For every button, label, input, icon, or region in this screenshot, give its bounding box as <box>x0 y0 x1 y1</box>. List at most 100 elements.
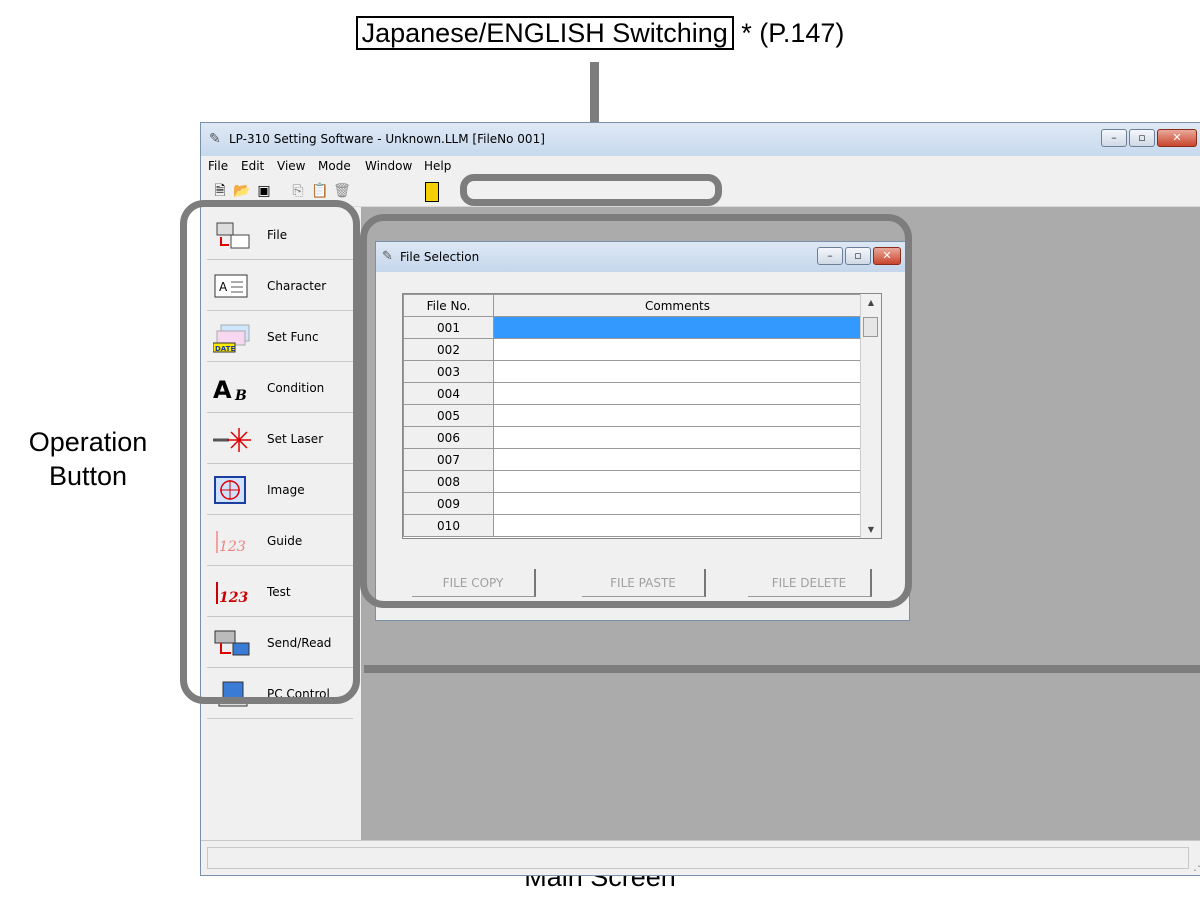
file-no-cell[interactable]: 007 <box>403 448 494 471</box>
callout-operation-button: Operation Button <box>8 425 168 493</box>
scroll-thumb[interactable] <box>863 317 878 337</box>
file-paste-button[interactable]: FILE PASTE <box>582 569 706 597</box>
comment-cell[interactable] <box>493 426 862 449</box>
callout-leader-line-horizontal <box>364 665 1200 673</box>
op-button-set-func[interactable]: DATE Set Func <box>207 313 353 362</box>
comment-cell[interactable] <box>493 382 862 405</box>
file-no-cell[interactable]: 002 <box>403 338 494 361</box>
table-row[interactable]: 002 <box>403 338 862 361</box>
comment-cell[interactable] <box>493 404 862 427</box>
table-row[interactable]: 004 <box>403 382 862 405</box>
op-label: File <box>267 228 288 242</box>
status-pane <box>207 847 1189 869</box>
maximize-button[interactable]: ▫ <box>1129 129 1155 147</box>
child-close-button[interactable]: ✕ <box>873 247 901 265</box>
send-read-icon <box>214 630 250 656</box>
op-button-test[interactable]: 123 Test <box>207 568 353 617</box>
menu-edit[interactable]: Edit <box>241 159 264 173</box>
menu-mode[interactable]: Mode <box>318 159 351 173</box>
delete-icon[interactable]: 🗑 <box>333 182 351 200</box>
laser-marker-icon: ✎ <box>382 249 393 264</box>
table-row[interactable]: 010 <box>403 514 862 537</box>
title-bar[interactable]: ✎ LP-310 Setting Software - Unknown.LLM … <box>201 123 1200 156</box>
toolbar: 🗎 📂 ▣ ⎘ 📋 🗑 <box>201 176 1200 207</box>
scroll-down-icon[interactable]: ▼ <box>861 525 881 534</box>
file-no-cell[interactable]: 004 <box>403 382 494 405</box>
new-icon[interactable]: 🗎 <box>211 182 229 200</box>
op-button-send-read[interactable]: Send/Read <box>207 619 353 668</box>
comment-cell[interactable] <box>493 492 862 515</box>
file-copy-button[interactable]: FILE COPY <box>412 569 536 597</box>
paste-icon[interactable]: 📋 <box>311 182 329 200</box>
op-button-set-laser[interactable]: Set Laser <box>207 415 353 464</box>
pc-icon <box>218 681 248 707</box>
op-label: Condition <box>267 381 325 395</box>
file-no-cell[interactable]: 006 <box>403 426 494 449</box>
file-no-cell[interactable]: 008 <box>403 470 494 493</box>
column-header-file-no[interactable]: File No. <box>403 294 494 317</box>
file-selection-titlebar[interactable]: ✎ File Selection – ▫ ✕ <box>376 242 909 272</box>
file-delete-button[interactable]: FILE DELETE <box>748 569 872 597</box>
table-row[interactable]: 003 <box>403 360 862 383</box>
svg-text:DATE: DATE <box>215 345 235 353</box>
file-no-cell[interactable]: 009 <box>403 492 494 515</box>
copy-icon[interactable]: ⎘ <box>289 182 307 200</box>
file-no-cell[interactable]: 003 <box>403 360 494 383</box>
close-icon: ✕ <box>1172 131 1182 144</box>
callout-left-line1: Operation <box>28 427 148 457</box>
menu-window[interactable]: Window <box>365 159 412 173</box>
op-button-character[interactable]: A Character <box>207 262 353 311</box>
op-button-image[interactable]: Image <box>207 466 353 515</box>
svg-text:B: B <box>234 388 247 404</box>
save-icon[interactable]: ▣ <box>255 182 273 200</box>
table-row[interactable]: 009 <box>403 492 862 515</box>
file-no-cell[interactable]: 010 <box>403 514 494 537</box>
character-icon: A <box>214 274 248 298</box>
comment-cell[interactable] <box>493 514 862 537</box>
image-icon <box>214 476 246 504</box>
table-row[interactable]: 007 <box>403 448 862 471</box>
table-row[interactable]: 006 <box>403 426 862 449</box>
op-button-pc-control[interactable]: PC Control <box>207 670 353 719</box>
file-no-cell[interactable]: 001 <box>403 316 494 339</box>
scroll-up-icon[interactable]: ▲ <box>861 298 881 307</box>
op-button-file[interactable]: File <box>207 211 353 260</box>
menu-file[interactable]: File <box>208 159 228 173</box>
file-no-cell[interactable]: 005 <box>403 404 494 427</box>
op-label: Set Func <box>267 330 319 344</box>
vertical-scrollbar[interactable]: ▲ ▼ <box>860 294 881 538</box>
window-title: LP-310 Setting Software - Unknown.LLM [F… <box>229 132 545 146</box>
comment-cell[interactable] <box>493 360 862 383</box>
op-button-guide[interactable]: 123 Guide <box>207 517 353 566</box>
open-icon[interactable]: 📂 <box>233 182 251 200</box>
close-button[interactable]: ✕ <box>1157 129 1197 147</box>
child-maximize-button[interactable]: ▫ <box>845 247 871 265</box>
column-header-comments[interactable]: Comments <box>493 294 862 317</box>
main-window: ✎ LP-310 Setting Software - Unknown.LLM … <box>200 122 1200 876</box>
table-row[interactable]: 005 <box>403 404 862 427</box>
menu-help[interactable]: Help <box>424 159 451 173</box>
callout-boxed-text: Japanese/ENGLISH Switching <box>355 16 734 50</box>
table-row[interactable]: 001 <box>403 316 862 339</box>
child-minimize-button[interactable]: – <box>817 247 843 265</box>
file-selection-window: ✎ File Selection – ▫ ✕ File No. Comments… <box>375 241 910 621</box>
op-label: Character <box>267 279 327 293</box>
date-icon: DATE <box>213 324 250 353</box>
op-button-condition[interactable]: AB Condition <box>207 364 353 413</box>
child-window-controls: – ▫ ✕ <box>815 247 901 265</box>
resize-grip-icon[interactable]: ⋰ <box>1193 859 1200 873</box>
comment-cell[interactable] <box>493 316 862 339</box>
table-row[interactable]: 008 <box>403 470 862 493</box>
menu-view[interactable]: View <box>277 159 305 173</box>
comment-cell[interactable] <box>493 470 862 493</box>
minimize-button[interactable]: – <box>1101 129 1127 147</box>
test-icon: 123 <box>216 582 248 606</box>
status-bar: ⋰ <box>201 840 1200 875</box>
callout-left-line2: Button <box>48 461 128 491</box>
exit-icon[interactable] <box>425 182 439 202</box>
maximize-icon: ▫ <box>854 249 862 262</box>
minimize-icon: – <box>1111 131 1117 144</box>
op-label: Guide <box>267 534 303 548</box>
comment-cell[interactable] <box>493 338 862 361</box>
comment-cell[interactable] <box>493 448 862 471</box>
